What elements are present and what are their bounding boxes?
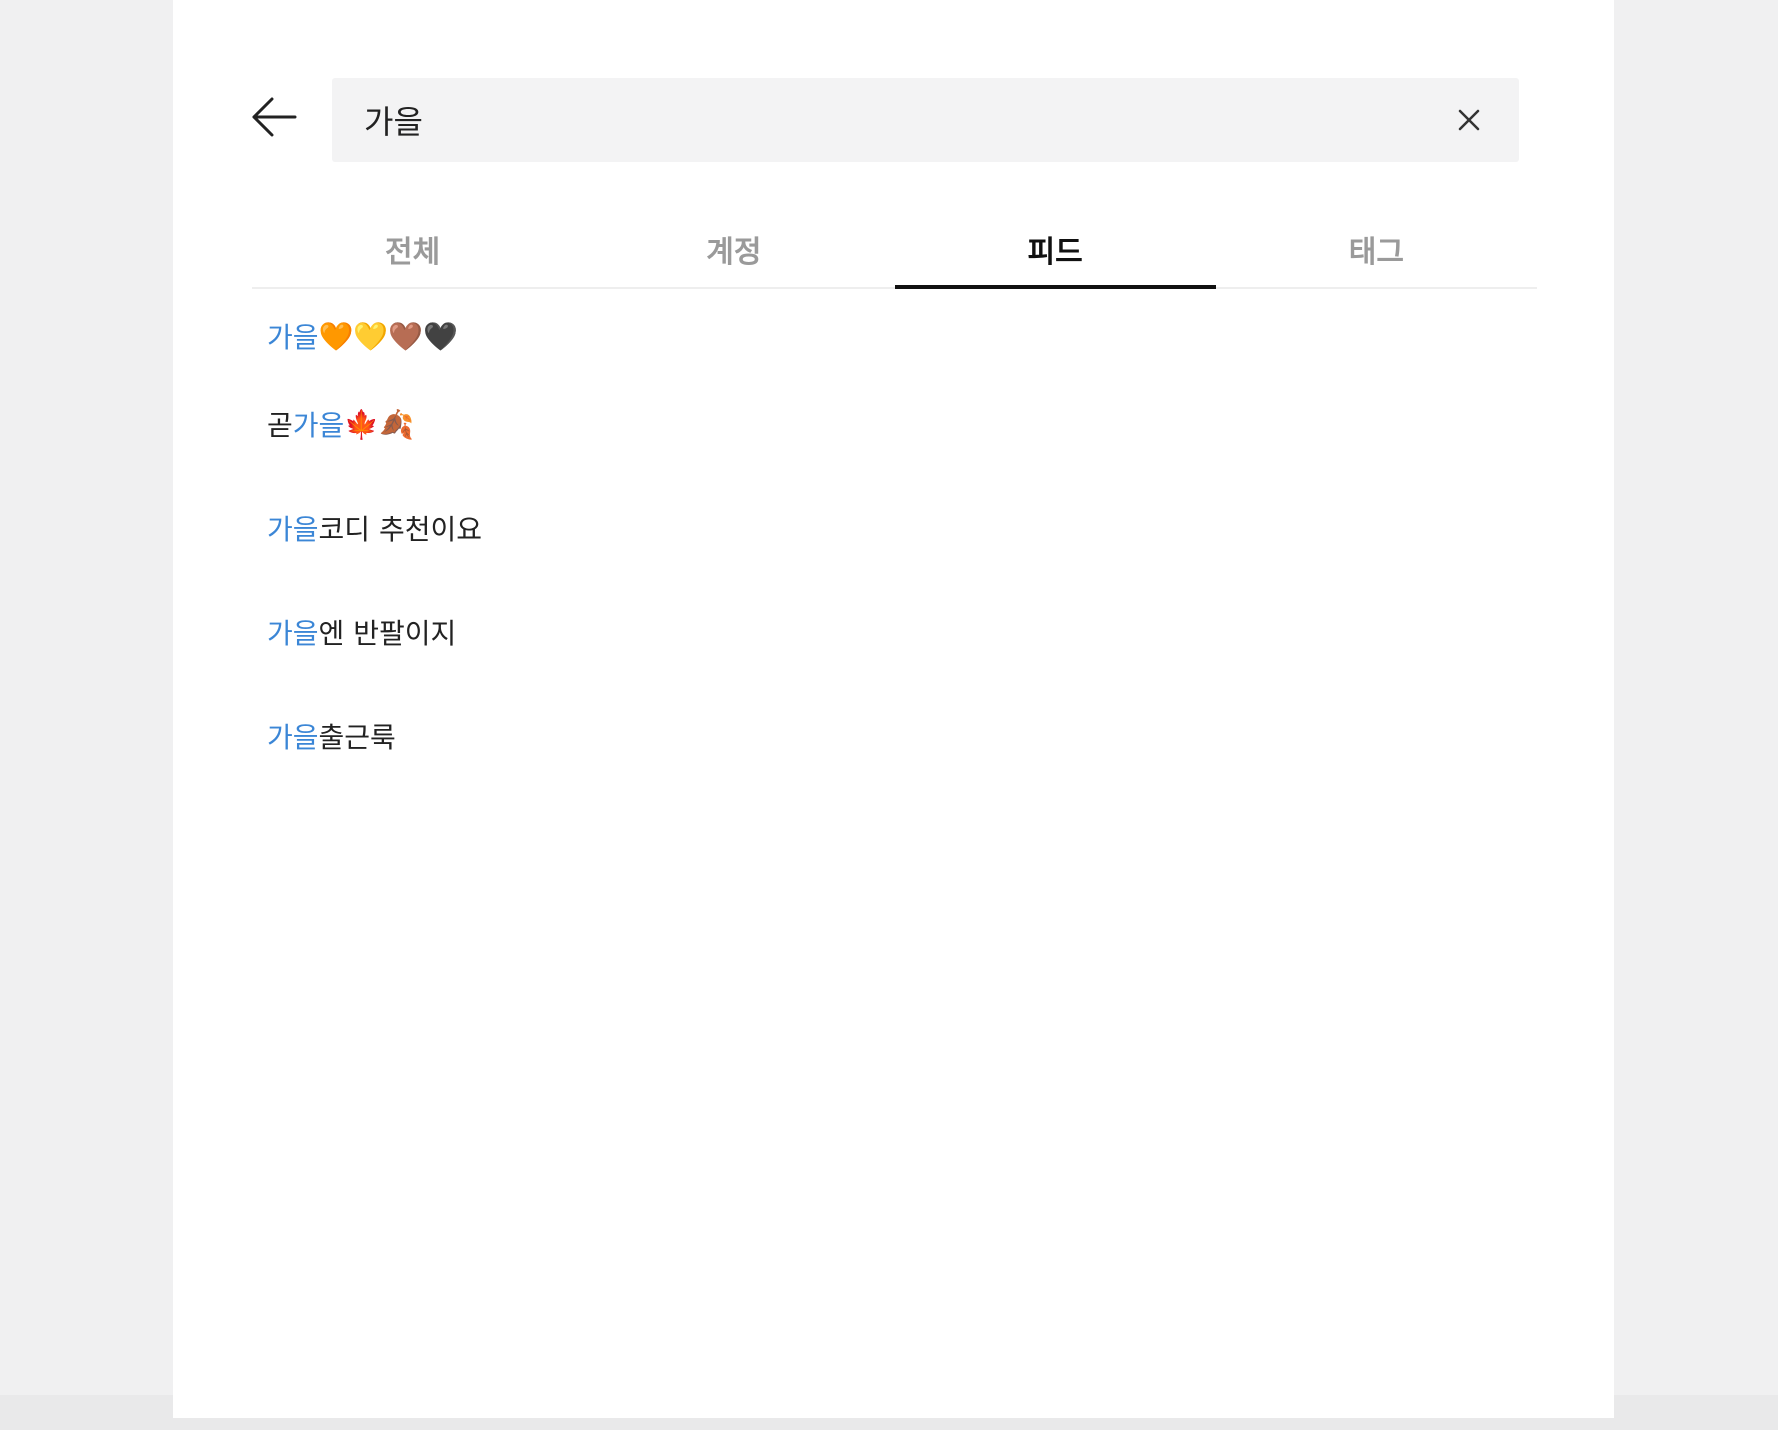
result-text-after: 엔 반팔이지 <box>318 617 457 650</box>
result-match: 가을 <box>267 321 319 354</box>
list-item[interactable]: 곧 가을 🍁🍂 <box>267 372 1517 476</box>
search-tabs: 전체 계정 피드 태그 <box>252 210 1537 289</box>
back-button[interactable] <box>249 92 299 142</box>
search-box <box>332 78 1519 162</box>
tab-feed[interactable]: 피드 <box>894 210 1217 289</box>
result-match: 가을 <box>292 409 345 442</box>
list-item[interactable]: 가을 엔 반팔이지 <box>267 580 1517 684</box>
tab-all[interactable]: 전체 <box>252 210 573 287</box>
result-text-after: 출근룩 <box>318 721 396 754</box>
close-icon <box>1458 109 1480 131</box>
search-input[interactable] <box>364 78 1424 162</box>
result-text-after: 코디 추천이요 <box>318 513 482 546</box>
arrow-left-icon <box>252 97 297 137</box>
result-match: 가을 <box>267 721 319 754</box>
list-item[interactable]: 가을 🧡💛🤎🖤 <box>267 300 1517 372</box>
result-text-after: 🍁🍂 <box>344 407 415 441</box>
search-panel: 전체 계정 피드 태그 가을 🧡💛🤎🖤 곧 가을 🍁🍂 가을 코디 추천이요 가… <box>173 0 1614 1418</box>
result-match: 가을 <box>267 513 319 546</box>
tab-accounts[interactable]: 계정 <box>573 210 894 287</box>
list-item[interactable]: 가을 출근룩 <box>267 684 1517 788</box>
tab-tags[interactable]: 태그 <box>1216 210 1537 287</box>
result-text-before: 곧 <box>267 409 293 442</box>
result-match: 가을 <box>267 617 319 650</box>
clear-search-button[interactable] <box>1449 100 1489 140</box>
search-results-list: 가을 🧡💛🤎🖤 곧 가을 🍁🍂 가을 코디 추천이요 가을 엔 반팔이지 가을 … <box>267 300 1517 788</box>
list-item[interactable]: 가을 코디 추천이요 <box>267 476 1517 580</box>
result-text-after: 🧡💛🤎🖤 <box>318 319 458 353</box>
